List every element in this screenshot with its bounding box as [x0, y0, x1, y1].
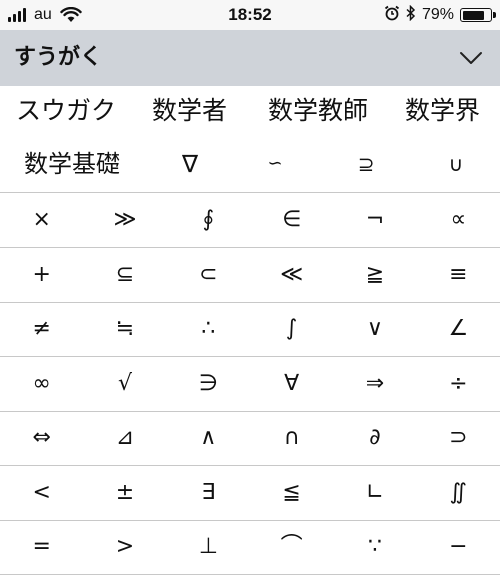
- candidate-item[interactable]: 数学基礎: [12, 136, 132, 192]
- symbol-key[interactable]: ≦: [250, 466, 333, 520]
- candidate-row-2: 数学基礎 ∇ ∽ ⊇ ∪: [0, 136, 500, 193]
- symbol-key[interactable]: ⊂: [167, 248, 250, 302]
- symbol-key[interactable]: ≒: [83, 302, 166, 356]
- symbol-key[interactable]: ≡: [417, 248, 500, 302]
- symbol-key[interactable]: ∮: [167, 193, 250, 247]
- candidate-item[interactable]: スウガク: [16, 86, 116, 136]
- candidate-item[interactable]: 数学者: [152, 86, 227, 136]
- symbol-key[interactable]: ⇔: [0, 411, 83, 465]
- collapse-candidates-button[interactable]: [456, 44, 486, 72]
- symbol-key[interactable]: ∂: [333, 411, 416, 465]
- symbol-key[interactable]: ∴: [167, 302, 250, 356]
- symbol-key[interactable]: ∋: [167, 357, 250, 411]
- status-bar: au 18:52 79%: [0, 0, 500, 30]
- symbol-key[interactable]: ⊃: [417, 411, 500, 465]
- symbol-key[interactable]: ⌒: [250, 520, 333, 574]
- candidate-item[interactable]: ∪: [426, 136, 486, 192]
- symbol-key[interactable]: ∃: [167, 466, 250, 520]
- status-right: 79%: [384, 0, 496, 30]
- symbol-key[interactable]: ∩: [250, 411, 333, 465]
- bluetooth-icon: [406, 4, 416, 26]
- symbol-key[interactable]: √: [83, 357, 166, 411]
- chevron-down-icon: [460, 52, 482, 64]
- symbol-key[interactable]: ⊥: [167, 520, 250, 574]
- reading-text: すうがく: [14, 45, 103, 70]
- candidate-item[interactable]: ∇: [160, 136, 220, 192]
- symbol-key[interactable]: ¬: [333, 193, 416, 247]
- symbol-key[interactable]: ∵: [333, 520, 416, 574]
- symbol-key[interactable]: ⊿: [83, 411, 166, 465]
- symbol-key[interactable]: ∀: [250, 357, 333, 411]
- candidate-row-1: スウガク 数学者 数学教師 数学界: [0, 86, 500, 136]
- symbol-row: + ⊆ ⊂ ≪ ≧ ≡: [0, 248, 500, 303]
- symbol-key[interactable]: ≫: [83, 193, 166, 247]
- symbol-key[interactable]: ∟: [333, 466, 416, 520]
- symbol-row: × ≫ ∮ ∈ ¬ ∝: [0, 193, 500, 248]
- candidate-item[interactable]: ∽: [245, 136, 305, 192]
- symbol-key[interactable]: ±: [83, 466, 166, 520]
- candidate-item[interactable]: 数学界: [405, 86, 480, 136]
- symbol-key[interactable]: ∈: [250, 193, 333, 247]
- symbol-key[interactable]: −: [417, 520, 500, 574]
- symbol-row: ∞ √ ∋ ∀ ⇒ ÷: [0, 357, 500, 412]
- symbol-key[interactable]: ⊆: [83, 248, 166, 302]
- symbol-key[interactable]: ≪: [250, 248, 333, 302]
- battery-percent: 79%: [421, 6, 454, 23]
- symbol-key[interactable]: ∞: [0, 357, 83, 411]
- symbol-key[interactable]: ∨: [333, 302, 416, 356]
- symbol-key[interactable]: ×: [0, 193, 83, 247]
- conversion-header: すうがく: [0, 30, 500, 86]
- symbol-key[interactable]: >: [83, 520, 166, 574]
- candidate-grid: スウガク 数学者 数学教師 数学界 数学基礎 ∇ ∽ ⊇ ∪ × ≫ ∮ ∈ ¬ ∝ + ⊆ ⊂…: [0, 86, 500, 575]
- symbol-key[interactable]: ∠: [417, 302, 500, 356]
- symbol-key[interactable]: ≧: [333, 248, 416, 302]
- symbol-row: = > ⊥ ⌒ ∵ −: [0, 520, 500, 575]
- symbol-key[interactable]: ÷: [417, 357, 500, 411]
- candidate-item[interactable]: 数学教師: [268, 86, 368, 136]
- symbol-key[interactable]: ⇒: [333, 357, 416, 411]
- symbol-key[interactable]: +: [0, 248, 83, 302]
- symbol-row: ⇔ ⊿ ∧ ∩ ∂ ⊃: [0, 411, 500, 466]
- symbol-key[interactable]: ∬: [417, 466, 500, 520]
- symbol-row: ≠ ≒ ∴ ∫ ∨ ∠: [0, 302, 500, 357]
- symbol-key[interactable]: ∫: [250, 302, 333, 356]
- symbol-key[interactable]: ≠: [0, 302, 83, 356]
- symbol-key[interactable]: ∧: [167, 411, 250, 465]
- battery-icon: [460, 8, 496, 22]
- symbol-key[interactable]: ∝: [417, 193, 500, 247]
- symbol-key[interactable]: =: [0, 520, 83, 574]
- candidate-item[interactable]: ⊇: [336, 136, 396, 192]
- symbol-key[interactable]: <: [0, 466, 83, 520]
- symbol-row: < ± ∃ ≦ ∟ ∬: [0, 466, 500, 521]
- alarm-icon: [384, 5, 400, 26]
